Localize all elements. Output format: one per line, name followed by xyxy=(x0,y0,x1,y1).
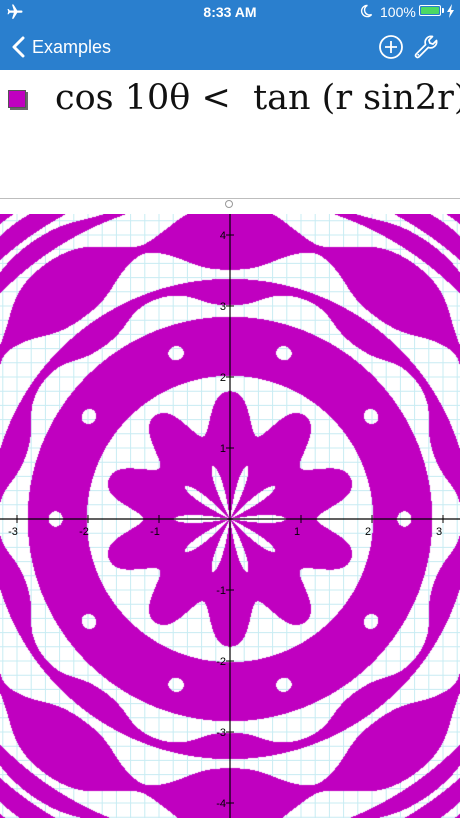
y-tick-label: -1 xyxy=(216,585,226,597)
status-bar: 8:33 AM 100% xyxy=(0,0,460,24)
y-tick-label: 1 xyxy=(220,443,226,455)
wrench-icon[interactable] xyxy=(412,33,440,61)
equation-panel[interactable]: cos 10θ < tan (r sin2r) xyxy=(0,70,460,199)
color-swatch[interactable] xyxy=(8,90,26,108)
y-tick-label: -4 xyxy=(216,798,226,810)
y-tick-label: 4 xyxy=(220,230,226,242)
back-label: Examples xyxy=(32,36,112,57)
x-tick-label: -1 xyxy=(150,526,160,538)
resize-handle[interactable] xyxy=(225,200,233,208)
graph-canvas[interactable]: -3 -2 -1 1 2 3 4 3 2 1 -1 -2 -3 -4 xyxy=(0,214,460,818)
x-tick-label: 2 xyxy=(365,526,371,538)
y-tick-label: 3 xyxy=(220,301,226,313)
x-tick-label: -2 xyxy=(79,526,89,538)
plus-circle-icon[interactable] xyxy=(378,34,404,60)
equation-text[interactable]: cos 10θ < tan (r sin2r) xyxy=(55,78,460,118)
battery-icon xyxy=(419,5,441,16)
x-tick-label: 1 xyxy=(294,526,300,538)
charging-bolt-icon xyxy=(447,4,454,18)
back-button[interactable]: Examples xyxy=(10,24,111,70)
chevron-left-icon xyxy=(12,36,25,58)
x-tick-label: 3 xyxy=(436,526,442,538)
nav-bar: Examples xyxy=(0,24,460,70)
y-tick-label: -2 xyxy=(216,656,226,668)
y-tick-label: 2 xyxy=(220,372,226,384)
moon-icon xyxy=(360,4,373,18)
battery-percent: 100% xyxy=(380,4,416,20)
x-tick-label: -3 xyxy=(8,526,18,538)
y-tick-label: -3 xyxy=(216,727,226,739)
